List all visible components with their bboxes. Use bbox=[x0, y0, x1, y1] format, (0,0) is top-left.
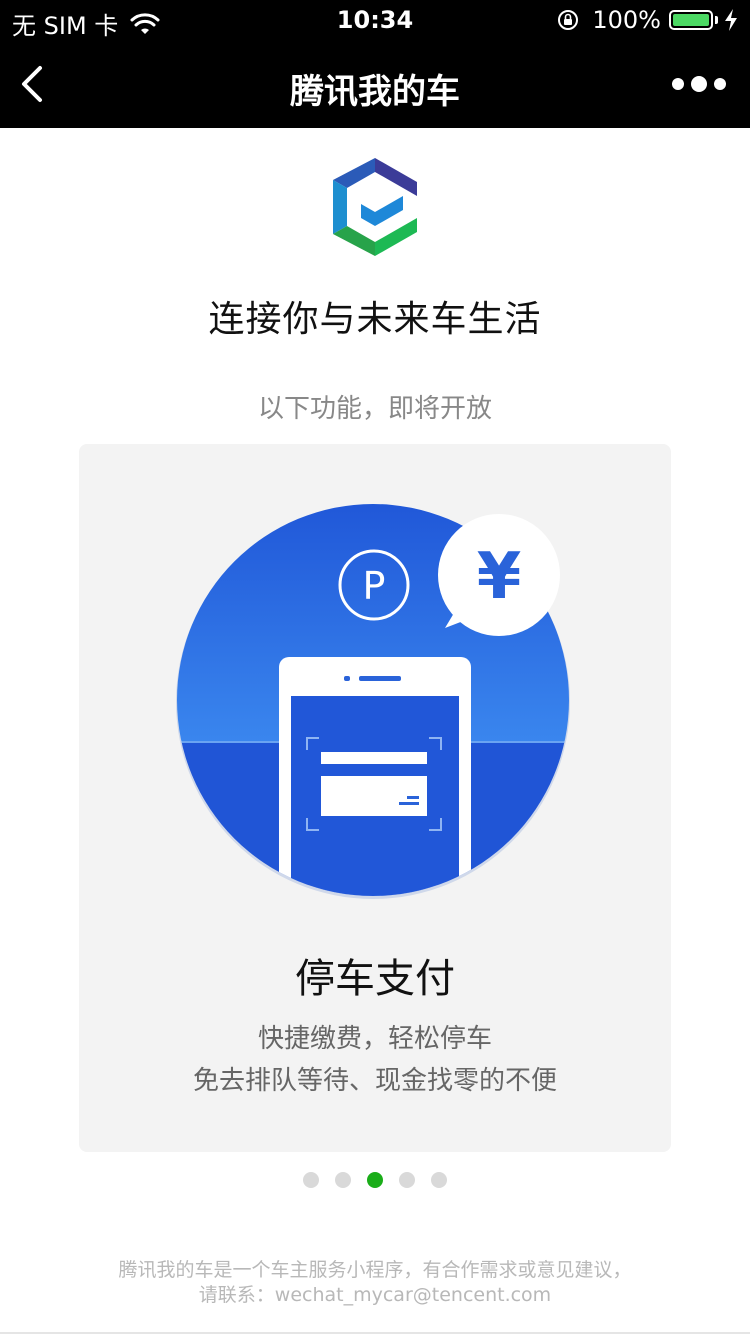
battery-tip bbox=[715, 16, 718, 24]
carousel-dot[interactable] bbox=[303, 1172, 319, 1188]
feature-title: 停车支付 bbox=[295, 956, 455, 1002]
feature-description-line: 快捷缴费，轻松停车 bbox=[257, 1024, 492, 1054]
app-logo-icon bbox=[333, 158, 417, 256]
carousel-dot[interactable] bbox=[335, 1172, 351, 1188]
feature-description: 快捷缴费，轻松停车 免去排队等待、现金找零的不便 bbox=[79, 1018, 671, 1102]
currency-symbol: ¥ bbox=[477, 540, 522, 614]
feature-card[interactable]: P ¥ 停车支付 快捷缴费，轻松停车 免去排队等待、现金找零的不便 bbox=[79, 444, 671, 1152]
battery-percent: 100% bbox=[592, 6, 661, 34]
battery-fill bbox=[673, 14, 709, 26]
footer-line: 请联系：wechat_mycar@tencent.com bbox=[198, 1284, 552, 1306]
status-bar: 无 SIM 卡 10:34 100% bbox=[0, 0, 750, 40]
carousel-dot[interactable] bbox=[399, 1172, 415, 1188]
page-title: 腾讯我的车 bbox=[290, 72, 460, 112]
status-right: 100% bbox=[556, 6, 738, 34]
more-dot bbox=[691, 76, 707, 92]
nav-bar: 腾讯我的车 bbox=[0, 40, 750, 128]
feature-description-line: 免去排队等待、现金找零的不便 bbox=[192, 1066, 557, 1096]
battery-icon bbox=[669, 10, 713, 30]
carousel-dot[interactable] bbox=[367, 1172, 383, 1188]
more-dot bbox=[714, 78, 726, 90]
orientation-lock-icon bbox=[558, 10, 579, 30]
charging-bolt-icon bbox=[725, 9, 737, 31]
parking-symbol: P bbox=[363, 564, 386, 608]
footer-note: 腾讯我的车是一个车主服务小程序，有合作需求或意见建议， 请联系：wechat_m… bbox=[0, 1258, 750, 1308]
carousel-pagination bbox=[0, 1172, 750, 1188]
carousel-dot[interactable] bbox=[431, 1172, 447, 1188]
parking-payment-illustration-icon: P ¥ bbox=[176, 504, 570, 899]
more-dot bbox=[672, 78, 684, 90]
footer-line: 腾讯我的车是一个车主服务小程序，有合作需求或意见建议， bbox=[118, 1259, 632, 1281]
headline: 连接你与未来车生活 bbox=[208, 299, 542, 340]
subhead: 以下功能，即将开放 bbox=[257, 394, 492, 424]
more-menu-button[interactable] bbox=[672, 70, 726, 98]
